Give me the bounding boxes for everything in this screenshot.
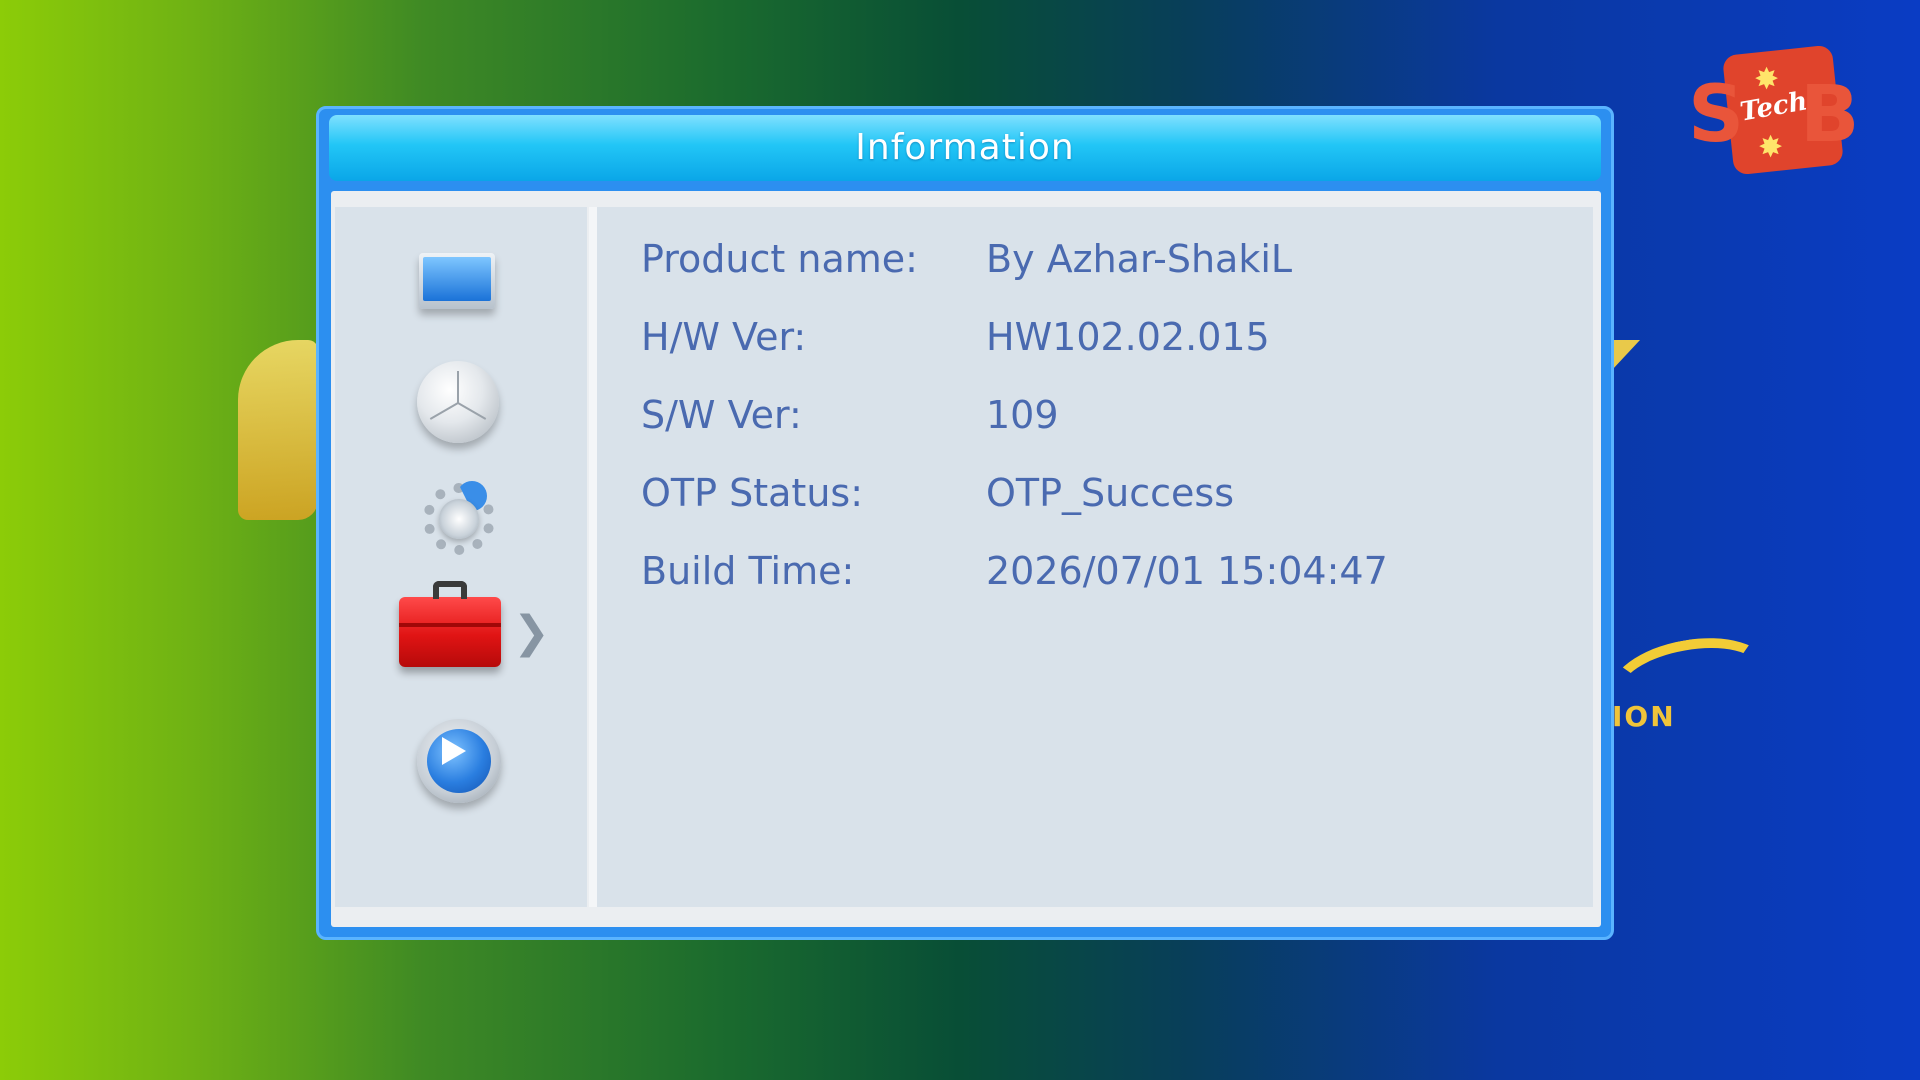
menu-item-tools[interactable]: ❯ [335, 567, 587, 687]
info-label: H/W Ver: [641, 315, 807, 359]
info-row-product-name: Product name: By Azhar-ShakiL [641, 229, 1581, 289]
info-value: By Azhar-ShakiL [986, 237, 1293, 281]
menu-item-picture[interactable] [335, 207, 587, 327]
sparkle-icon: ✸ [1754, 62, 1780, 97]
sparkle-icon: ✸ [1758, 130, 1784, 165]
dialog-title: Information [855, 127, 1075, 168]
background-logo-shape [238, 340, 318, 520]
info-content: Product name: By Azhar-ShakiL H/W Ver: H… [597, 207, 1593, 907]
gear-icon [417, 477, 501, 561]
chevron-right-icon: ❯ [513, 607, 550, 658]
menu-item-media[interactable] [335, 687, 587, 807]
tv-screen: ION S B Tech ✸ ✸ Information ❯ Product n… [0, 0, 1920, 1080]
menu-item-system-setup[interactable] [335, 447, 587, 567]
info-label: S/W Ver: [641, 393, 802, 437]
info-label: Product name: [641, 237, 918, 281]
dialog-body: ❯ Product name: By Azhar-ShakiL H/W Ver: [331, 191, 1601, 927]
info-row-hw-ver: H/W Ver: HW102.02.015 [641, 307, 1581, 367]
info-value: OTP_Success [986, 471, 1235, 515]
information-dialog: Information ❯ Product name: By Azhar-Sha… [316, 106, 1614, 940]
toolbox-icon [399, 581, 501, 667]
background-logo-text: ION [1612, 700, 1676, 733]
info-value: 109 [986, 393, 1059, 437]
channel-watermark-logo: S B Tech ✸ ✸ [1688, 44, 1859, 176]
logo-letter-left: S [1688, 70, 1745, 160]
satellite-dish-icon [417, 361, 499, 443]
dialog-title-bar: Information [329, 115, 1601, 181]
info-value: 2026/07/01 15:04:47 [986, 549, 1388, 593]
info-label: Build Time: [641, 549, 855, 593]
menu-item-installation[interactable] [335, 327, 587, 447]
menu-sidebar: ❯ [335, 207, 587, 907]
info-label: OTP Status: [641, 471, 864, 515]
tv-icon [419, 253, 495, 309]
panel-divider [589, 207, 597, 907]
play-icon [417, 719, 501, 803]
info-value: HW102.02.015 [986, 315, 1270, 359]
info-row-otp-status: OTP Status: OTP_Success [641, 463, 1581, 523]
info-row-build-time: Build Time: 2026/07/01 15:04:47 [641, 541, 1581, 601]
info-row-sw-ver: S/W Ver: 109 [641, 385, 1581, 445]
